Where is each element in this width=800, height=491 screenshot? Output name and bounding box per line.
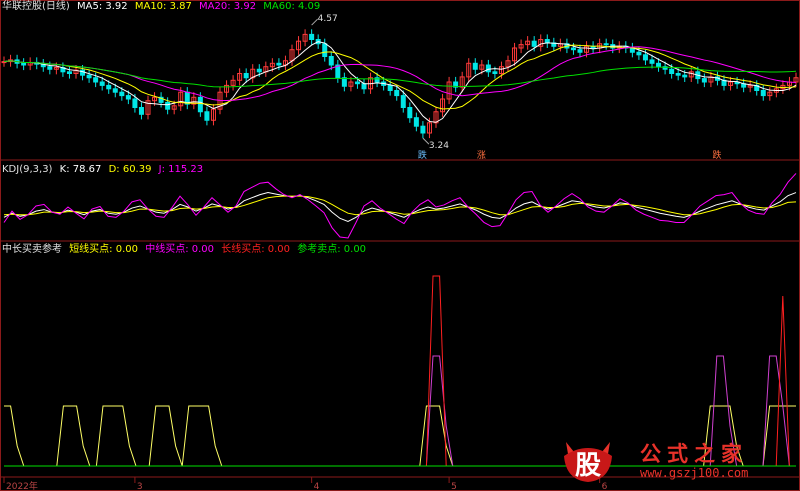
- candle-body: [649, 59, 655, 64]
- candle-body: [603, 43, 609, 46]
- candle-body: [322, 43, 328, 57]
- short-buy-label: 短线买点: 0.00: [69, 244, 139, 255]
- candle-body: [577, 49, 583, 53]
- price-tag: 跌: [418, 150, 427, 161]
- ma20-label: MA20: 3.92: [199, 1, 257, 12]
- kdj-j-label: J: 115.23: [158, 164, 204, 175]
- candle-body: [400, 95, 406, 108]
- candle-body: [361, 83, 367, 90]
- watermark-url: www.gszj100.com: [640, 466, 749, 480]
- x-tick-label: 5: [451, 482, 457, 491]
- candle-body: [420, 125, 426, 134]
- candle-body: [701, 78, 707, 83]
- candle-body: [125, 95, 131, 100]
- x-tick-label: 2022年: [6, 480, 38, 491]
- kdj-d-label: D: 60.39: [108, 164, 152, 175]
- candle-body: [760, 90, 766, 97]
- candle-body: [669, 68, 675, 74]
- watermark: 股 公式之家 www.gszj100.com: [560, 436, 796, 484]
- candle-body: [309, 33, 315, 41]
- candle-body: [636, 51, 642, 56]
- ma10-label: MA10: 3.87: [134, 1, 192, 12]
- candle-body: [243, 73, 249, 79]
- candle-body: [112, 88, 118, 93]
- kdj-j-line: [3, 173, 797, 239]
- ma60-label: MA60: 4.09: [263, 1, 321, 12]
- candle-body: [256, 68, 262, 73]
- ma5-label: MA5: 3.92: [77, 1, 128, 12]
- price-annotation: 3.24: [429, 141, 449, 151]
- candle-body: [656, 62, 662, 68]
- watermark-char: 股: [575, 451, 601, 481]
- kdj-panel-title: KDJ(9,3,3): [2, 164, 53, 175]
- candle-body: [531, 40, 537, 47]
- long-buy-label: 长线买点: 0.00: [221, 244, 291, 255]
- candle-body: [21, 62, 27, 66]
- kdj-panel-header: KDJ(9,3,3) K: 78.67 D: 60.39 J: 115.23: [2, 164, 207, 176]
- candle-body: [492, 71, 498, 75]
- watermark-title: 公式之家: [640, 442, 748, 466]
- mid-buy-label: 中线买点: 0.00: [145, 244, 215, 255]
- candle-body: [407, 107, 413, 119]
- candle-body: [47, 66, 53, 70]
- candle-body: [374, 77, 380, 83]
- candle-body: [80, 69, 86, 76]
- candle-body: [119, 91, 125, 97]
- price-tag: 跌: [712, 150, 721, 161]
- candle-body: [675, 73, 681, 76]
- candle-body: [328, 56, 334, 66]
- price-tag: 涨: [477, 150, 486, 161]
- candle-body: [132, 98, 138, 108]
- price-panel-header: 华联控股(日线) MA5: 3.92 MA10: 3.87 MA20: 3.92…: [2, 1, 324, 13]
- candle-body: [165, 101, 171, 110]
- price-annotation: 4.57: [318, 14, 338, 24]
- candle-body: [99, 81, 105, 86]
- candle-body: [354, 81, 360, 85]
- signal-panel-header: 中长买卖参考 短线买点: 0.00 中线买点: 0.00 长线买点: 0.00 …: [2, 244, 370, 256]
- x-tick-label: 3: [137, 482, 143, 491]
- kdj-k-label: K: 78.67: [59, 164, 102, 175]
- candle-body: [93, 77, 99, 83]
- sell-ref-label: 参考卖点: 0.00: [297, 244, 367, 255]
- candle-body: [570, 47, 576, 51]
- candle-body: [66, 71, 72, 75]
- candle-body: [472, 62, 478, 70]
- candle-body: [544, 39, 550, 44]
- candle-body: [276, 62, 282, 66]
- kdj-k-line: [3, 192, 797, 223]
- candle-body: [682, 74, 688, 78]
- candle-body: [394, 90, 400, 97]
- candle-body: [485, 64, 491, 73]
- candle-body: [86, 74, 92, 79]
- watermark-logo: 股: [564, 442, 612, 482]
- candle-body: [138, 107, 144, 115]
- signal-panel-title: 中长买卖参考: [2, 244, 62, 255]
- candle-body: [413, 117, 419, 127]
- ma10-line: [3, 44, 797, 110]
- candle-body: [642, 54, 648, 61]
- candle-body: [204, 111, 210, 121]
- price-panel-title: 华联控股(日线): [2, 1, 70, 12]
- candle-body: [106, 84, 112, 90]
- candle-body: [197, 96, 203, 113]
- x-tick-label: 4: [314, 482, 320, 491]
- candle-body: [387, 84, 393, 92]
